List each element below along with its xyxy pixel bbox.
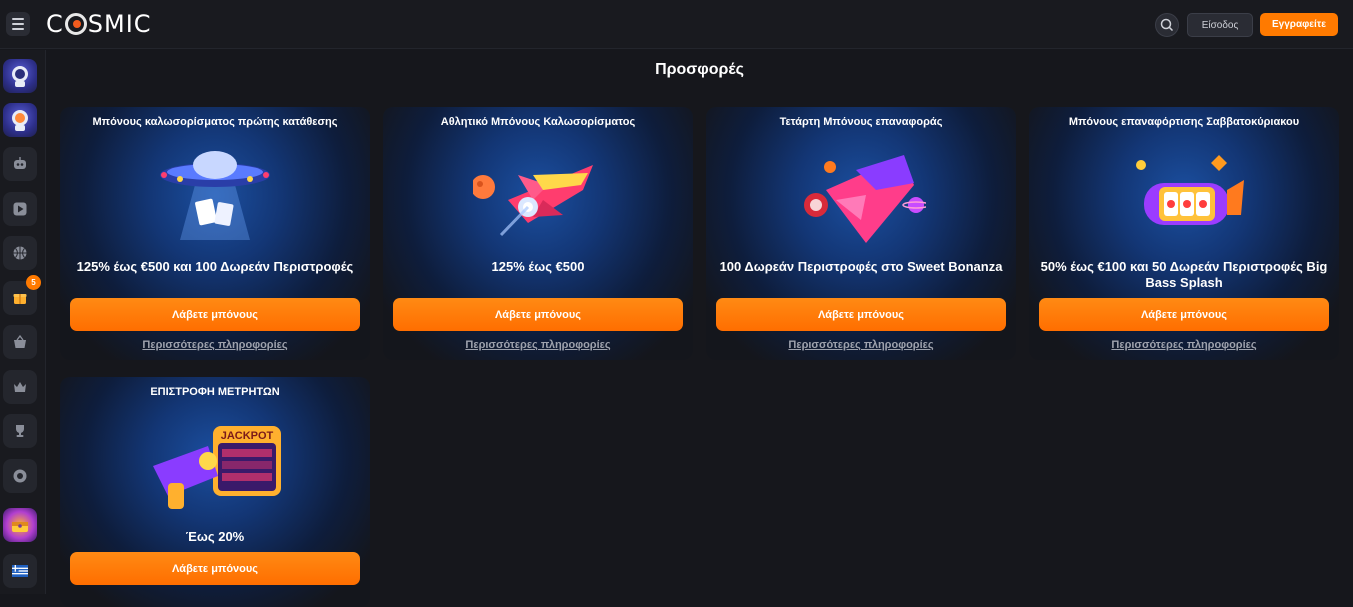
page-title: Προσφορές [655, 61, 744, 78]
more-info-link[interactable]: Περισσότερες πληροφορίες [383, 339, 693, 351]
logo-planet-icon [64, 13, 87, 35]
promo-card: Αθλητικό Μπόνους Καλωσορίσματος 125% έως… [383, 107, 693, 360]
chip-icon[interactable] [3, 459, 37, 493]
promo-title: Μπόνους επαναφόρτισης Σαββατοκύριακου [1068, 116, 1300, 128]
signup-button[interactable]: Εγγραφείτε [1260, 13, 1338, 36]
get-bonus-button[interactable]: Λάβετε μπόνους [70, 298, 360, 331]
logo-text-rest: SMIC [87, 10, 152, 38]
jackpot-sign-text: JACKPOT [221, 430, 274, 442]
menu-icon[interactable] [6, 12, 30, 36]
promo-description: 100 Δωρεάν Περιστροφές στο Sweet Bonanza [719, 259, 1003, 274]
search-button[interactable] [1155, 13, 1179, 37]
promo-description: 50% έως €100 και 50 Δωρεάν Περιστροφές B… [1040, 259, 1328, 290]
astronaut-image[interactable] [3, 103, 37, 137]
promo-description: 125% έως €500 και 100 Δωρεάν Περιστροφές [76, 259, 354, 274]
logo-text-c: C [46, 10, 64, 38]
gift-icon[interactable]: 5 [3, 275, 41, 315]
top-bar: C SMIC Είσοδος Εγγραφείτε [0, 0, 1353, 49]
get-bonus-button[interactable]: Λάβετε μπόνους [393, 298, 683, 331]
search-icon [1160, 18, 1174, 32]
treasure-image[interactable] [3, 508, 37, 542]
get-bonus-button[interactable]: Λάβετε μπόνους [70, 552, 360, 585]
astronaut-image[interactable] [3, 59, 37, 93]
more-info-link[interactable]: Περισσότερες πληροφορίες [706, 339, 1016, 351]
promo-title: Τετάρτη Μπόνους επαναφοράς [779, 116, 943, 128]
promo-card: Τετάρτη Μπόνους επαναφοράς 100 Δωρεάν Πε… [706, 107, 1016, 360]
get-bonus-button[interactable]: Λάβετε μπόνους [716, 298, 1006, 331]
crown-icon[interactable] [3, 370, 37, 404]
robot-icon[interactable] [3, 147, 37, 181]
login-button[interactable]: Είσοδος [1187, 13, 1253, 37]
ufo-image [160, 151, 270, 240]
sidebar: 5 [0, 50, 46, 594]
more-info-link[interactable]: Περισσότερες πληροφορίες [60, 339, 370, 351]
rocket-image [473, 165, 593, 237]
promo-title: Αθλητικό Μπόνους Καλωσορίσματος [440, 116, 636, 128]
greek-flag-icon[interactable] [3, 554, 37, 588]
promo-description: Έως 20% [185, 529, 245, 544]
promo-title: Μπόνους καλωσορίσματος πρώτης κατάθεσης [92, 116, 338, 128]
cosmic-logo[interactable]: C SMIC [46, 10, 152, 38]
promo-card: Μπόνους επαναφόρτισης Σαββατοκύριακου 50… [1029, 107, 1339, 360]
basketball-icon[interactable] [3, 236, 37, 270]
spaceship-image [804, 155, 926, 243]
notification-badge: 5 [26, 275, 41, 290]
promo-description: 125% έως €500 [491, 259, 585, 274]
promo-title: ΕΠΙΣΤΡΟΦΗ ΜΕΤΡΗΤΩΝ [150, 386, 280, 398]
jackpot-gun-image: JACKPOT [153, 426, 281, 509]
get-bonus-button[interactable]: Λάβετε μπόνους [1039, 298, 1329, 331]
trophy-icon[interactable] [3, 414, 37, 448]
promo-card: ΕΠΙΣΤΡΟΦΗ ΜΕΤΡΗΤΩΝ JACKPOT Έως 20% Λάβετ… [60, 377, 370, 607]
play-icon[interactable] [3, 192, 37, 226]
more-info-link[interactable]: Περισσότερες πληροφορίες [1029, 339, 1339, 351]
basket-icon[interactable] [3, 325, 37, 359]
slot-rocket-image [1136, 155, 1244, 225]
promo-card: Μπόνους καλωσορίσματος πρώτης κατάθεσης … [60, 107, 370, 360]
